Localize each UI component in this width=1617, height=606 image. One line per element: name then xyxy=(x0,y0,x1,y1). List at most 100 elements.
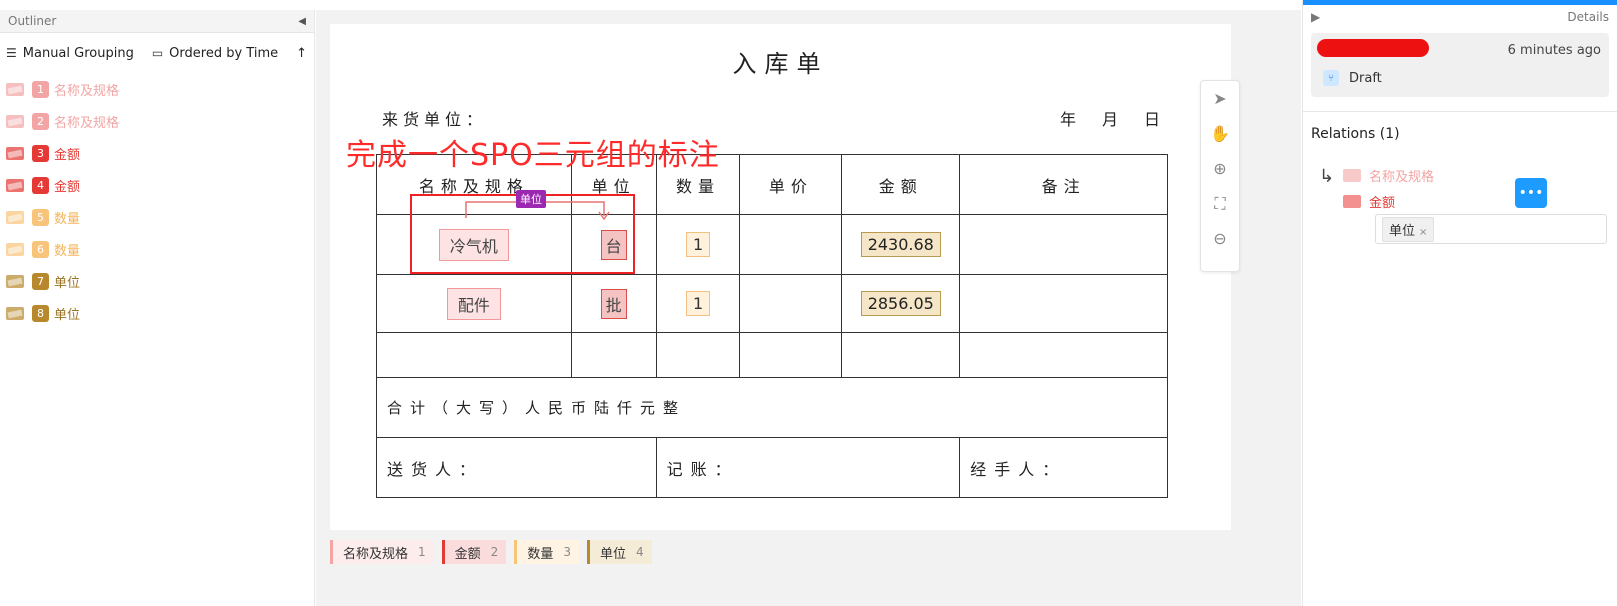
header-amount: 金额 xyxy=(841,154,961,215)
manual-grouping-button[interactable]: ☰ Manual Grouping xyxy=(6,46,134,61)
header-price: 单价 xyxy=(739,154,843,215)
legend-label: 单位 xyxy=(599,546,626,562)
relation-label-chip: 单位 × xyxy=(1382,216,1435,242)
zoom-in-icon[interactable]: ⊕ xyxy=(1201,151,1239,186)
manual-grouping-label: Manual Grouping xyxy=(22,45,134,61)
region-label: 金额 xyxy=(54,179,81,195)
more-options-button[interactable]: ••• xyxy=(1515,178,1547,208)
draft-icon: ⑂ xyxy=(1323,70,1339,86)
legend-item[interactable]: 数量 3 xyxy=(514,540,579,564)
region-thumbnail xyxy=(6,274,24,288)
pointer-icon[interactable]: ➤ xyxy=(1201,81,1239,116)
handler-label: 经手人： xyxy=(959,437,1168,498)
redacted-user-avatar xyxy=(1317,39,1429,57)
header-remark: 备注 xyxy=(959,154,1168,215)
region-thumbnail xyxy=(6,146,24,160)
region-item[interactable]: 7 单位 xyxy=(0,265,314,297)
total-row: 合计（大写）人民币陆仟元整 xyxy=(376,377,1168,438)
legend-label: 数量 xyxy=(527,546,554,562)
region-label: 数量 xyxy=(54,211,81,227)
annotation-card[interactable]: 6 minutes ago ⑂ Draft xyxy=(1311,33,1609,97)
legend-label: 金额 xyxy=(454,546,481,562)
annotation-qty-2[interactable]: 1 xyxy=(685,291,711,316)
relation-label-tag[interactable]: 单位 xyxy=(516,190,546,208)
region-number-badge: 2 xyxy=(32,112,49,130)
ordered-by-time-label: Ordered by Time xyxy=(169,45,279,61)
remark-cell xyxy=(959,274,1168,333)
bookkeeper-label: 记账： xyxy=(655,437,961,498)
price-cell xyxy=(739,214,843,275)
relation-direction-icon: ↳ xyxy=(1319,166,1335,187)
region-item[interactable]: 2 名称及规格 xyxy=(0,105,314,137)
region-number-badge: 4 xyxy=(32,176,49,194)
expand-right-icon[interactable]: ▶ xyxy=(1311,10,1320,24)
relation-labels-field[interactable]: 单位 × xyxy=(1375,214,1607,244)
signature-row: 送货人： 记账： 经手人： xyxy=(376,437,1168,498)
annotation-qty-1[interactable]: 1 xyxy=(685,232,711,257)
region-item[interactable]: 4 金额 xyxy=(0,169,314,201)
calendar-icon: ▭ xyxy=(151,46,164,60)
relation-to-label: 金额 xyxy=(1369,196,1396,211)
legend-item[interactable]: 名称及规格 1 xyxy=(330,540,434,564)
annotation-unit-2[interactable]: 批 xyxy=(600,288,627,319)
ordered-by-time-button[interactable]: ▭ Ordered by Time xyxy=(152,46,278,61)
relation-label-text: 单位 xyxy=(1389,223,1416,239)
zoom-out-icon[interactable]: ⊖ xyxy=(1201,221,1239,256)
annotation-name-2[interactable]: 配件 xyxy=(446,287,501,320)
sort-direction-icon[interactable]: ↑ xyxy=(296,46,307,61)
legend-hotkey: 2 xyxy=(490,545,499,559)
relation-from[interactable]: 名称及规格 xyxy=(1343,166,1434,185)
region-number-badge: 1 xyxy=(32,80,49,98)
fit-icon[interactable]: ⛶ xyxy=(1201,186,1239,221)
region-label: 单位 xyxy=(54,275,81,291)
relation-item[interactable]: ↳ 名称及规格 金额 ••• 单位 × xyxy=(1303,142,1617,244)
legend-item[interactable]: 金额 2 xyxy=(441,540,507,564)
region-item[interactable]: 1 名称及规格 xyxy=(0,73,314,105)
hand-icon[interactable]: ✋ xyxy=(1201,116,1239,151)
region-label: 数量 xyxy=(54,243,81,259)
region-label: 名称及规格 xyxy=(54,83,120,99)
list-icon: ☰ xyxy=(6,46,17,60)
remark-cell xyxy=(959,214,1168,275)
relations-title: Relations (1) xyxy=(1303,111,1617,142)
legend-hotkey: 4 xyxy=(635,545,644,559)
collapse-left-icon[interactable]: ◀ xyxy=(298,16,306,27)
annotation-amount-1[interactable]: 2430.68 xyxy=(860,232,941,257)
region-item[interactable]: 5 数量 xyxy=(0,201,314,233)
relation-to[interactable]: 金额 xyxy=(1343,192,1395,211)
region-label: 单位 xyxy=(54,307,81,323)
canvas-toolbar: ➤ ✋ ⊕ ⛶ ⊖ xyxy=(1200,80,1240,272)
document-image: 入库单 来货单位： 年月日 名称及规格 单位 数量 单价 金额 备注 冷气机 台… xyxy=(330,24,1231,530)
legend-label: 名称及规格 xyxy=(343,546,409,562)
relation-from-label: 名称及规格 xyxy=(1369,170,1435,185)
outliner-title: Outliner xyxy=(8,14,57,28)
region-thumbnail xyxy=(6,82,24,96)
total-label: 合计（大写）人民币陆仟元整 xyxy=(376,377,1168,438)
annotation-note: 完成一个SPO三元组的标注 xyxy=(346,138,720,173)
region-number-badge: 7 xyxy=(32,272,49,290)
outliner-toolbar: ☰ Manual Grouping ▭ Ordered by Time ↑ xyxy=(0,33,314,73)
region-item[interactable]: 3 金额 xyxy=(0,137,314,169)
outliner-header: Outliner ◀ xyxy=(0,10,314,33)
app-root: Outliner ◀ ☰ Manual Grouping ▭ Ordered b… xyxy=(0,0,1617,606)
details-panel: ▶ Details 6 minutes ago ⑂ Draft Relation… xyxy=(1302,0,1617,606)
annotation-time: 6 minutes ago xyxy=(1507,43,1601,58)
vendor-label: 来货单位： xyxy=(382,110,488,129)
region-thumbnail xyxy=(6,114,24,128)
document-title: 入库单 xyxy=(732,50,829,78)
table-row-empty xyxy=(376,332,1168,378)
region-thumbnail xyxy=(6,242,24,256)
region-number-badge: 3 xyxy=(32,144,49,162)
region-number-badge: 8 xyxy=(32,304,49,322)
region-item[interactable]: 6 数量 xyxy=(0,233,314,265)
region-thumbnail xyxy=(1343,195,1361,208)
annotation-amount-2[interactable]: 2856.05 xyxy=(860,291,941,316)
region-thumbnail xyxy=(6,306,24,320)
details-header: ▶ Details xyxy=(1303,5,1617,28)
details-title: Details xyxy=(1567,9,1609,24)
region-item[interactable]: 8 单位 xyxy=(0,297,314,329)
remove-label-icon[interactable]: × xyxy=(1419,227,1427,238)
region-label: 名称及规格 xyxy=(54,115,120,131)
table-row: 配件 批 1 2856.05 xyxy=(376,274,1168,333)
legend-item[interactable]: 单位 4 xyxy=(586,540,652,564)
